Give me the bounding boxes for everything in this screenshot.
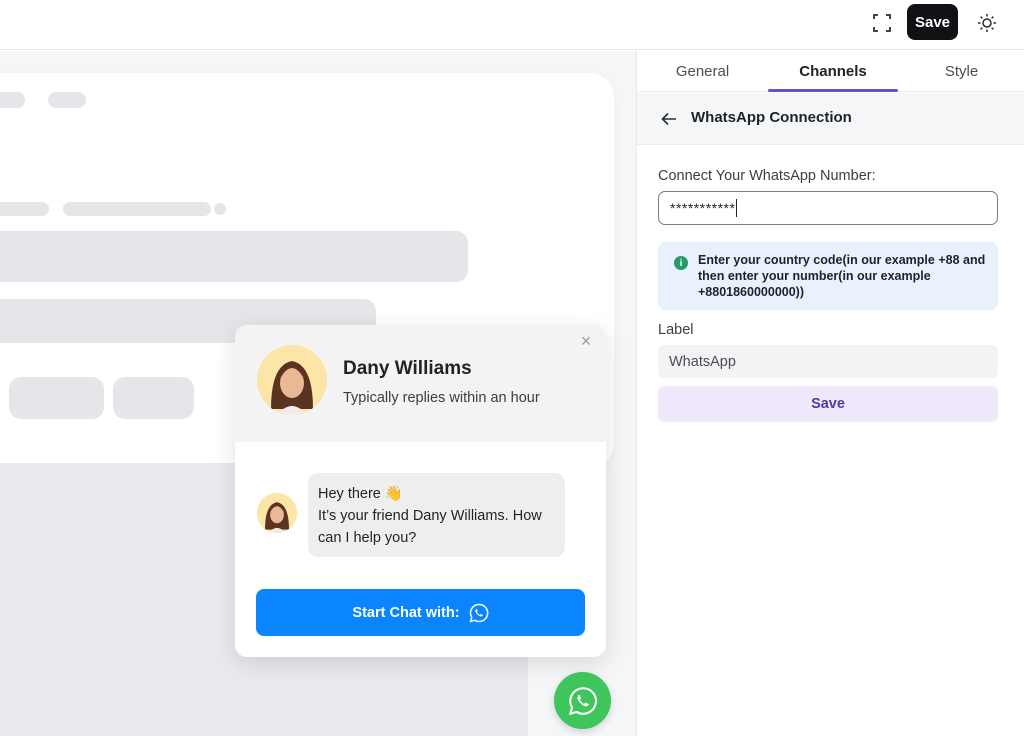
tab-bar: General Channels Style: [637, 51, 1024, 92]
number-value: ***********: [670, 200, 736, 216]
info-callout: i Enter your country code(in our example…: [658, 242, 998, 310]
message-greeting: Hey there 👋: [318, 486, 403, 502]
avatar: [257, 493, 297, 533]
back-button[interactable]: [658, 108, 680, 130]
message-bubble: Hey there 👋 It’s your friend Dany Willia…: [308, 473, 565, 557]
active-tab-indicator: [768, 89, 898, 92]
top-bar: Save: [0, 0, 1024, 50]
chat-header: × Dany Williams Typically replies within…: [235, 325, 606, 442]
tab-general[interactable]: General: [637, 51, 768, 92]
agent-name: Dany Williams: [343, 358, 472, 379]
info-icon: i: [674, 256, 688, 270]
skeleton-block: [9, 377, 104, 419]
expand-icon: [873, 14, 891, 32]
skeleton-block: [0, 231, 468, 282]
sun-icon: [978, 14, 996, 32]
message-text: It’s your friend Dany Williams. How can …: [318, 508, 542, 546]
whatsapp-icon: [568, 686, 597, 715]
tab-channels[interactable]: Channels: [768, 51, 898, 92]
avatar: [257, 345, 327, 415]
start-chat-button[interactable]: Start Chat with:: [256, 589, 585, 636]
arrow-left-icon: [661, 112, 676, 126]
close-icon[interactable]: ×: [578, 331, 594, 351]
whatsapp-float-button[interactable]: [554, 672, 611, 729]
whatsapp-icon: [469, 603, 488, 622]
section-title: WhatsApp Connection: [691, 109, 852, 126]
save-button[interactable]: Save: [658, 386, 998, 422]
skeleton-block: [0, 202, 49, 216]
number-label: Connect Your WhatsApp Number:: [658, 168, 876, 184]
section-header: WhatsApp Connection: [637, 93, 1024, 145]
info-text: Enter your country code(in our example +…: [698, 253, 986, 299]
skeleton-block: [63, 202, 211, 216]
whatsapp-number-input[interactable]: ***********: [658, 191, 998, 225]
skeleton-block: [113, 377, 194, 419]
top-save-button[interactable]: Save: [907, 4, 958, 40]
chat-popup: × Dany Williams Typically replies within…: [235, 325, 606, 657]
start-chat-label: Start Chat with:: [352, 604, 460, 621]
label-heading: Label: [658, 322, 694, 338]
skeleton-block: [48, 92, 86, 108]
agent-status: Typically replies within an hour: [343, 390, 540, 406]
skeleton-dot: [214, 203, 226, 215]
label-input[interactable]: WhatsApp: [658, 345, 998, 378]
settings-panel: General Channels Style WhatsApp Connecti…: [636, 51, 1024, 736]
expand-button[interactable]: [867, 8, 897, 38]
text-caret: [736, 199, 738, 217]
theme-toggle-button[interactable]: [972, 8, 1002, 38]
skeleton-block: [0, 92, 25, 108]
tab-style[interactable]: Style: [898, 51, 1024, 92]
